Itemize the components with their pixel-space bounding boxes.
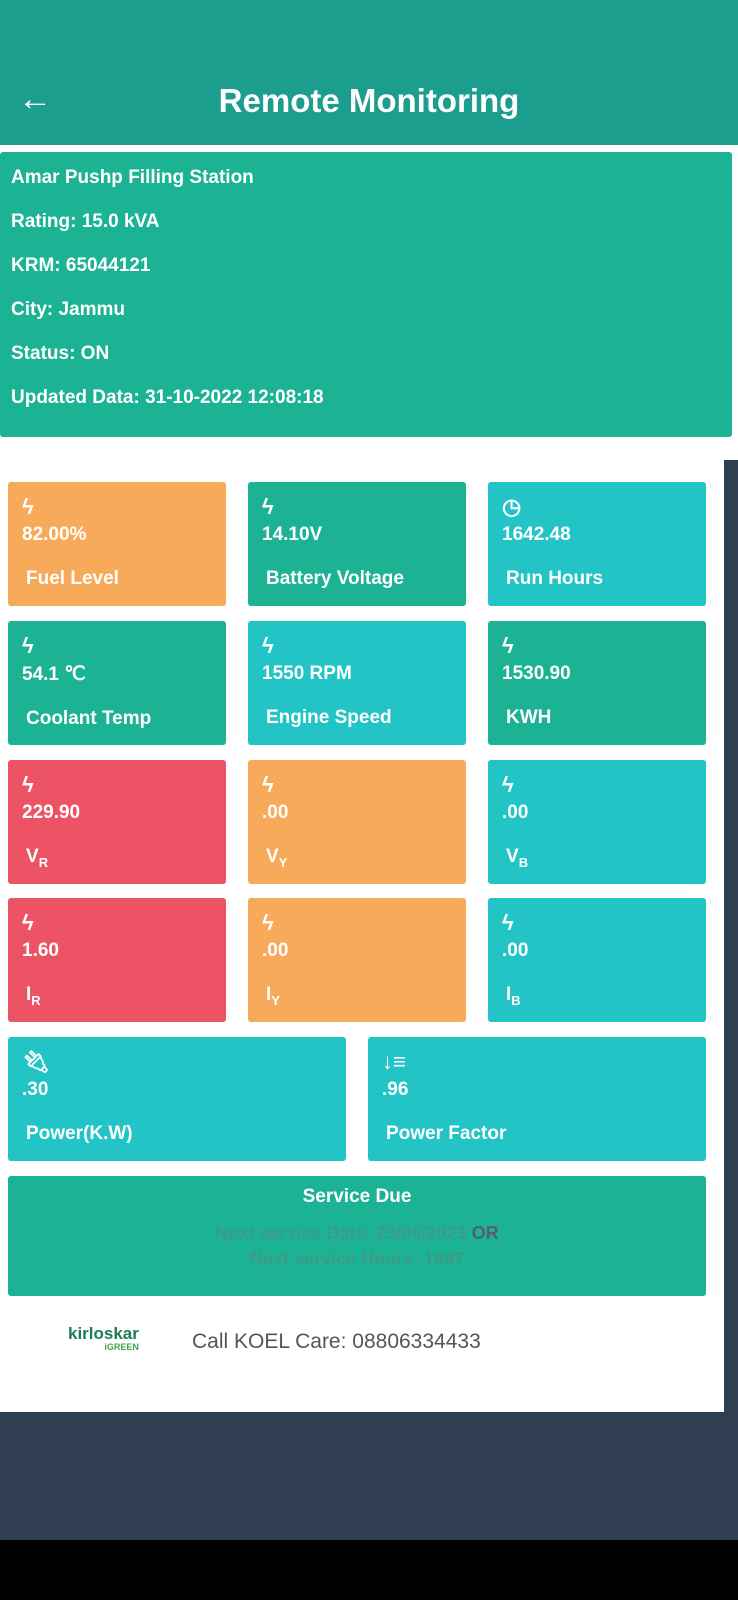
metric-tile: ϟ 1550 RPM Engine Speed	[248, 621, 466, 745]
page-title: Remote Monitoring	[218, 82, 520, 119]
care-phone[interactable]: Call KOEL Care: 08806334433	[192, 1330, 481, 1354]
bolt-icon: ϟ	[22, 633, 34, 658]
city: City: Jammu	[11, 299, 126, 320]
bolt-icon: ϟ	[22, 910, 34, 935]
app-header: ← Remote Monitoring	[0, 0, 738, 145]
metric-tile: 🔌︎ .30 Power(K.W)	[8, 1037, 346, 1161]
service-due-card: Service Due Next service Date- 23/06/202…	[8, 1176, 706, 1296]
bolt-icon: ϟ	[502, 910, 514, 935]
krm: KRM: 65044121	[11, 255, 151, 276]
metric-tile: ϟ 1.60 IR	[8, 898, 226, 1022]
clock-icon: ◷	[502, 494, 522, 519]
metric-value: 14.10V	[262, 524, 323, 545]
metric-tile: ϟ .00 IB	[488, 898, 706, 1022]
metric-value: 1.60	[22, 940, 59, 961]
bolt-icon: ϟ	[22, 772, 34, 797]
bolt-icon: ϟ	[502, 772, 514, 797]
metric-tile: ϟ 1530.90 KWH	[488, 621, 706, 745]
rating: Rating: 15.0 kVA	[11, 211, 160, 232]
metric-value: 1550 RPM	[262, 663, 352, 684]
or-label: OR	[471, 1223, 499, 1243]
metric-value: 1530.90	[502, 663, 571, 684]
bolt-icon: ϟ	[262, 633, 274, 658]
bolt-icon: ϟ	[262, 910, 274, 935]
plug-icon: 🔌︎	[22, 1049, 50, 1074]
metric-tile: ϟ .00 IY	[248, 898, 466, 1022]
status: Status: ON	[11, 343, 110, 364]
metric-value: 1642.48	[502, 524, 571, 545]
metric-value: .00	[262, 940, 289, 961]
service-title: Service Due	[302, 1186, 412, 1207]
metric-value: 82.00%	[22, 524, 87, 545]
station-name: Amar Pushp Filling Station	[11, 167, 254, 188]
metric-value: .96	[382, 1079, 409, 1100]
updated-data: Updated Data: 31-10-2022 12:08:18	[11, 387, 324, 408]
next-service-hours: Next service Hours- 1947	[249, 1249, 465, 1269]
bolt-icon: ϟ	[22, 494, 34, 519]
metric-label: VR	[26, 846, 49, 870]
metric-label: VY	[266, 846, 288, 870]
metric-tile: ◷ 1642.48 Run Hours	[488, 482, 706, 606]
station-info-card: Amar Pushp Filling Station Rating: 15.0 …	[0, 152, 732, 437]
metric-label: Power(K.W)	[26, 1123, 133, 1144]
sort-amount-down-icon: ↓≡	[382, 1049, 406, 1074]
metric-label: Power Factor	[386, 1123, 507, 1144]
metric-value: .00	[502, 940, 529, 961]
metric-tile: ϟ 54.1 ℃ Coolant Temp	[8, 621, 226, 745]
metric-value: .00	[502, 802, 529, 823]
metric-label: KWH	[506, 707, 552, 728]
metric-value: 54.1 ℃	[22, 664, 86, 685]
metric-label: IR	[26, 984, 41, 1008]
metric-tile: ϟ 82.00% Fuel Level	[8, 482, 226, 606]
kirloskar-logo: kirloskar iGREEN	[68, 1324, 139, 1352]
bolt-icon: ϟ	[262, 494, 274, 519]
metric-label: Battery Voltage	[266, 568, 404, 589]
metric-tile: ϟ .00 VB	[488, 760, 706, 884]
metric-label: IY	[266, 984, 280, 1008]
metric-label: Fuel Level	[26, 568, 119, 589]
metric-value: .30	[22, 1079, 49, 1100]
bolt-icon: ϟ	[262, 772, 274, 797]
metric-value: .00	[262, 802, 289, 823]
metric-tile: ↓≡ .96 Power Factor	[368, 1037, 706, 1161]
metric-tile: ϟ 229.90 VR	[8, 760, 226, 884]
metric-value: 229.90	[22, 802, 81, 823]
next-service-date: Next service Date- 23/06/2023	[215, 1223, 467, 1243]
metric-tile: ϟ .00 VY	[248, 760, 466, 884]
metric-tile: ϟ 14.10V Battery Voltage	[248, 482, 466, 606]
metric-label: Coolant Temp	[26, 708, 152, 729]
metric-label: Run Hours	[506, 568, 604, 589]
metric-label: Engine Speed	[266, 707, 392, 728]
system-nav-bar	[0, 1540, 738, 1600]
metric-label: VB	[506, 846, 529, 870]
metric-label: IB	[506, 984, 521, 1008]
bolt-icon: ϟ	[502, 633, 514, 658]
